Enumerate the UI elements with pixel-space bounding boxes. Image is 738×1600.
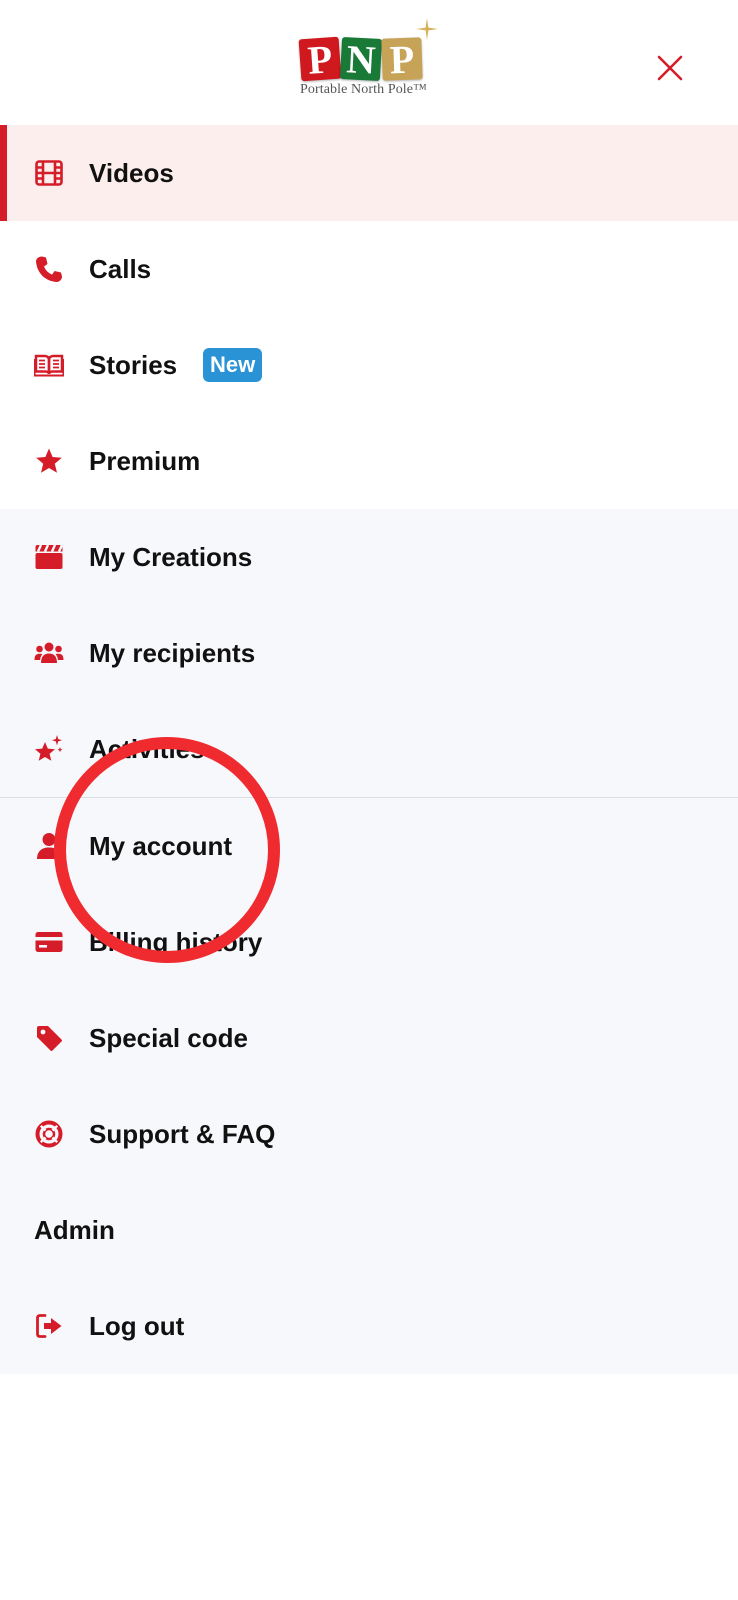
menu-item-my-recipients[interactable]: My recipients xyxy=(0,605,738,701)
lifebuoy-icon xyxy=(34,1119,64,1149)
sparkle-star-icon xyxy=(34,734,64,764)
phone-icon xyxy=(34,254,64,284)
menu-item-my-account[interactable]: My account xyxy=(0,798,738,894)
menu-item-admin[interactable]: Admin xyxy=(0,1182,738,1278)
menu-item-support-faq[interactable]: Support & FAQ xyxy=(0,1086,738,1182)
menu-label-my-creations: My Creations xyxy=(89,541,253,572)
tag-icon xyxy=(34,1023,64,1053)
menu-item-premium[interactable]: Premium xyxy=(0,413,738,509)
user-icon xyxy=(34,831,64,861)
menu-item-stories[interactable]: Stories New xyxy=(0,317,738,413)
menu-label-log-out: Log out xyxy=(89,1310,185,1341)
menu-item-special-code[interactable]: Special code xyxy=(0,990,738,1086)
menu-item-activities[interactable]: Activities xyxy=(0,701,738,797)
menu-item-billing-history[interactable]: Billing history xyxy=(0,894,738,990)
menu-label-videos: Videos xyxy=(89,157,174,188)
menu-label-premium: Premium xyxy=(89,445,201,476)
menu-label-calls: Calls xyxy=(89,253,152,284)
menu-label-my-recipients: My recipients xyxy=(89,637,256,668)
logo-letter-n: N xyxy=(339,36,383,83)
menu-item-calls[interactable]: Calls xyxy=(0,221,738,317)
film-icon xyxy=(34,158,64,188)
close-icon xyxy=(657,55,683,81)
menu-label-activities: Activities xyxy=(89,733,205,764)
menu-label-my-account: My account xyxy=(89,830,233,861)
menu-section-creations: My Creations My recipients Activities My… xyxy=(0,509,738,1374)
menu-label-admin: Admin xyxy=(34,1214,115,1245)
logo-subtitle: Portable North Pole™ xyxy=(300,82,427,97)
new-badge: New xyxy=(203,348,263,382)
menu-item-log-out[interactable]: Log out xyxy=(0,1278,738,1374)
logo-letter-p: P xyxy=(298,36,342,83)
menu-label-support-faq: Support & FAQ xyxy=(89,1118,276,1149)
menu-label-stories: Stories xyxy=(89,349,178,380)
navigation-drawer: Videos Calls Stories New Premium My Crea… xyxy=(0,125,738,1374)
pnp-logo[interactable]: P N P Portable North Pole™ xyxy=(298,18,443,102)
clapperboard-icon xyxy=(34,542,64,572)
users-icon xyxy=(34,638,64,668)
credit-card-icon xyxy=(34,927,64,957)
logout-icon xyxy=(34,1311,64,1341)
star-icon xyxy=(34,446,64,476)
logo-letter-p2: P xyxy=(381,37,423,82)
drawer-header: P N P Portable North Pole™ xyxy=(0,0,738,125)
close-button[interactable] xyxy=(652,50,688,86)
menu-label-billing-history: Billing history xyxy=(89,926,263,957)
menu-item-videos[interactable]: Videos xyxy=(0,125,738,221)
menu-label-special-code: Special code xyxy=(89,1022,248,1053)
book-icon xyxy=(34,350,64,380)
menu-item-my-creations[interactable]: My Creations xyxy=(0,509,738,605)
